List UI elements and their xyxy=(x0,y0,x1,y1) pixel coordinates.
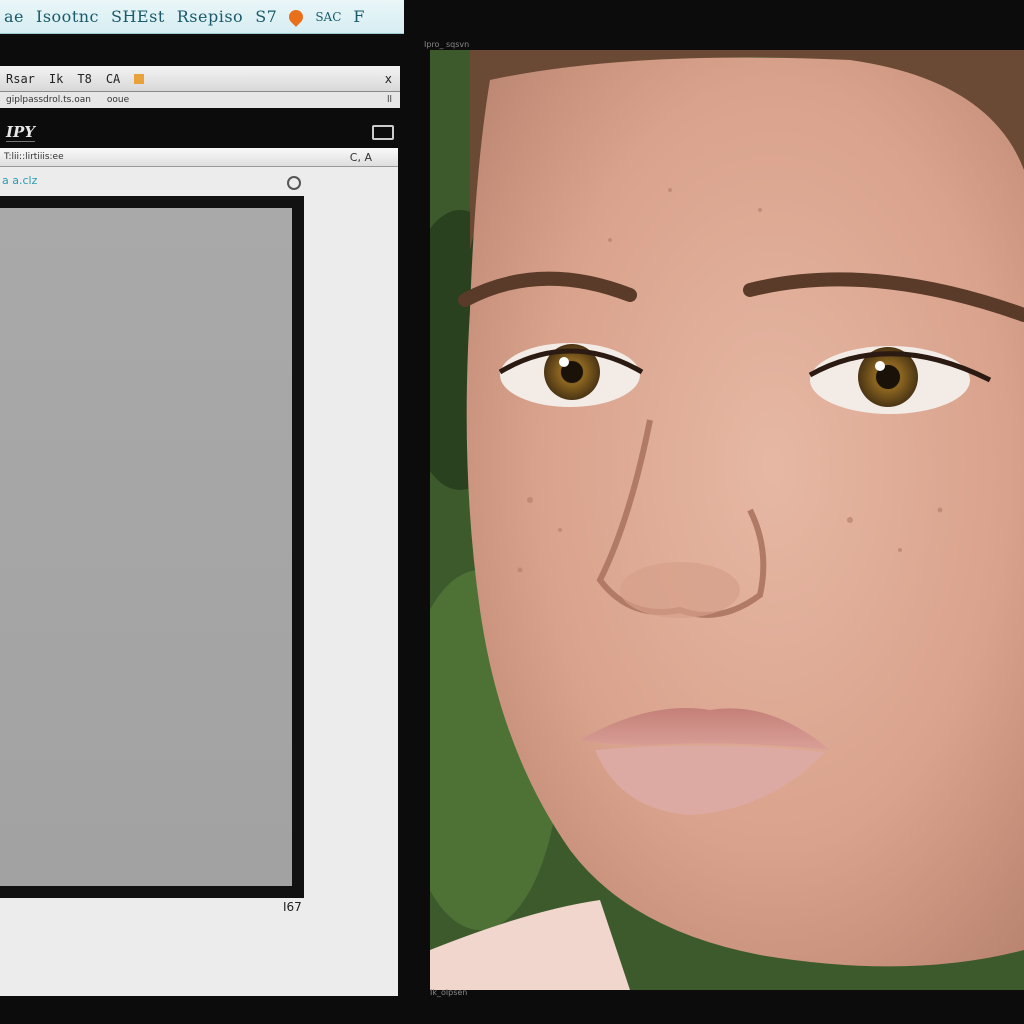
screen-icon[interactable] xyxy=(372,124,394,140)
app-toolbar: IPY xyxy=(0,118,400,146)
photo-status-bar: Ik_olpsen xyxy=(430,988,468,997)
badge-label[interactable]: SAC xyxy=(315,10,341,24)
menu-item-5[interactable]: S7 xyxy=(255,7,277,26)
page-number: I67 xyxy=(283,900,302,914)
address-item-2[interactable]: Ik xyxy=(49,72,63,86)
menu-item-2[interactable]: Isootnc xyxy=(36,7,99,26)
settings-icon[interactable] xyxy=(287,176,301,190)
menu-item-1[interactable]: ae xyxy=(4,7,24,26)
menu-item-4[interactable]: Rsepiso xyxy=(177,7,243,26)
portrait-illustration xyxy=(430,50,1024,990)
app-logo: IPY xyxy=(6,122,36,142)
portrait-photo[interactable] xyxy=(430,50,1024,990)
url-bar[interactable]: giplpassdrol.ts.oan ooue ll xyxy=(0,92,400,108)
document-header-label: T:lii::lirtiiis:ee xyxy=(4,152,64,162)
page-preview-frame xyxy=(0,196,304,898)
photo-viewer-window: Ipro_ sqsvn xyxy=(404,4,1024,1004)
document-header: T:lii::lirtiiis:ee C, A xyxy=(0,148,398,167)
document-subtitle-link[interactable]: a a.clz xyxy=(0,174,37,187)
close-tab-button[interactable]: x xyxy=(385,72,392,86)
favicon-icon xyxy=(134,73,145,84)
address-bar: Rsar Ik T8 CA x xyxy=(0,66,400,92)
address-item-1[interactable]: Rsar xyxy=(6,72,35,86)
location-pin-icon[interactable] xyxy=(286,6,307,27)
photo-window-title: Ipro_ sqsvn xyxy=(424,40,470,49)
page-preview[interactable] xyxy=(0,208,292,886)
document-header-tools[interactable]: C, A xyxy=(350,151,372,164)
document-panel: T:lii::lirtiiis:ee C, A a a.clz I67 xyxy=(0,148,398,996)
url-mid-text: ooue xyxy=(106,95,130,105)
address-item-4[interactable]: CA xyxy=(106,72,120,86)
menu-item-3[interactable]: SHEst xyxy=(111,7,165,26)
menu-item-tail[interactable]: F xyxy=(353,7,365,26)
url-text[interactable]: giplpassdrol.ts.oan xyxy=(6,95,91,105)
address-item-3[interactable]: T8 xyxy=(77,72,91,86)
menu-bar: ae Isootnc SHEst Rsepiso S7 SAC F xyxy=(0,0,404,34)
url-end-text[interactable]: ll xyxy=(387,95,392,105)
